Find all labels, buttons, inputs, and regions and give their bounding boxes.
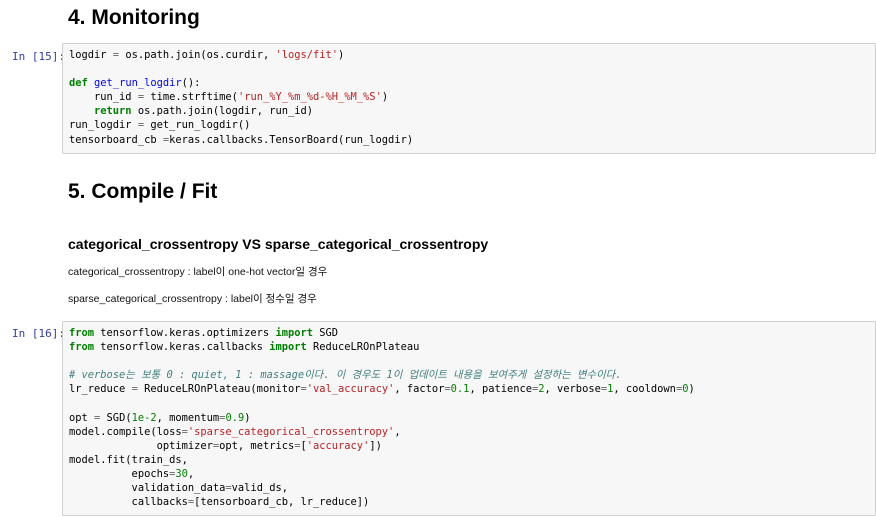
code-token: ) (688, 383, 695, 396)
code-token: , cooldown (613, 383, 676, 396)
code-token: lr_reduce (69, 383, 132, 396)
code-token: 30 (175, 467, 188, 480)
note-categorical: categorical_crossentropy : label이 one-ho… (68, 266, 328, 278)
code-token: from (69, 327, 95, 339)
code-line: validation_data=valid_ds, (69, 482, 288, 494)
code-token: optimizer (69, 439, 213, 452)
code-token: logdir (69, 49, 113, 61)
cell-prompt-16: In [16]: (12, 327, 65, 340)
code-token: tensorboard_cb (69, 133, 163, 146)
code-token: ReduceLROnPlateau (306, 341, 420, 354)
code-token: return (94, 105, 132, 118)
code-token: os.path.join(logdir, run_id) (131, 105, 313, 118)
code-token: opt, metrics (219, 439, 295, 452)
code-token: keras.callbacks.TensorBoard(run_logdir) (169, 133, 414, 146)
cell-prompt-15: In [15]: (12, 50, 65, 63)
code-line: logdir = os.path.join(os.curdir, 'logs/f… (69, 49, 344, 61)
code-token: from (69, 341, 95, 354)
code-token: tensorflow.keras.callbacks (94, 341, 270, 354)
note-sparse: sparse_categorical_crossentropy : label이… (68, 293, 317, 305)
code-line: from tensorflow.keras.callbacks import R… (69, 341, 419, 353)
heading-monitoring: 4. Monitoring (68, 6, 200, 29)
code-token: , momentum (156, 411, 220, 424)
code-token: 'logs/fit' (275, 49, 339, 61)
code-editor-15[interactable]: logdir = os.path.join(os.curdir, 'logs/f… (63, 44, 875, 151)
code-token: , patience (469, 383, 532, 396)
code-line: return os.path.join(logdir, run_id) (69, 105, 313, 117)
code-token: run_id (69, 91, 138, 104)
code-token: SGD (313, 327, 339, 339)
code-token: epochs (69, 467, 170, 480)
code-token: import (275, 327, 313, 339)
code-line: callbacks=[tensorboard_cb, lr_reduce]) (69, 496, 370, 509)
code-token: , verbose (544, 383, 601, 396)
code-token: 0.9 (225, 411, 245, 424)
code-cell-15[interactable]: logdir = os.path.join(os.curdir, 'logs/f… (62, 43, 876, 154)
code-token: ) (244, 411, 251, 424)
code-token: tensorflow.keras.optimizers (94, 327, 276, 339)
code-token: # verbose는 보통 0 : quiet, 1 : massage이다. … (69, 369, 622, 382)
code-token: 0.1 (450, 383, 470, 396)
code-token: 'val_accuracy' (306, 383, 395, 396)
heading-loss-compare: categorical_crossentropy VS sparse_categ… (68, 236, 489, 252)
code-line: optimizer=opt, metrics=['accuracy']) (69, 440, 382, 452)
code-line: from tensorflow.keras.optimizers import … (69, 327, 338, 339)
code-token: 'sparse_categorical_crossentropy' (187, 425, 395, 438)
code-token: , (394, 425, 401, 438)
heading-compile-fit: 5. Compile / Fit (68, 180, 218, 203)
code-token: 'run_%Y_%m_%d-%H_%M_%S' (237, 91, 382, 104)
code-token: valid_ds, (231, 482, 288, 495)
code-token: model.compile(loss (69, 425, 182, 438)
code-line: tensorboard_cb =keras.callbacks.TensorBo… (69, 134, 413, 146)
code-token: ReduceLROnPlateau(monitor (137, 383, 301, 396)
code-line: # verbose는 보통 0 : quiet, 1 : massage이다. … (69, 369, 621, 381)
code-token: 'accuracy' (306, 439, 370, 452)
code-cell-16[interactable]: from tensorflow.keras.optimizers import … (62, 321, 876, 516)
code-line: run_id = time.strftime('run_%Y_%m_%d-%H_… (69, 91, 388, 103)
code-token: validation_data (69, 482, 226, 495)
code-token: ) (338, 49, 345, 61)
code-token: get_run_logdir (94, 77, 182, 90)
code-token: callbacks (69, 496, 188, 509)
code-line: opt = SGD(1e-2, momentum=0.9) (69, 412, 250, 424)
code-line: run_logdir = get_run_logdir() (69, 119, 250, 131)
code-token: run_logdir (69, 119, 138, 132)
code-token: ) (381, 91, 389, 104)
code-token: def (69, 77, 88, 90)
code-line: model.compile(loss='sparse_categorical_c… (69, 426, 401, 438)
code-token: [tensorboard_cb, lr_reduce]) (194, 496, 370, 509)
code-token: (): (181, 77, 201, 90)
code-token: , factor (394, 383, 445, 396)
code-token: opt (69, 411, 95, 424)
code-token: 1e-2 (131, 411, 157, 424)
code-line: epochs=30, (69, 467, 195, 480)
code-token: get_run_logdir() (144, 119, 251, 132)
code-token: model.fit(train_ds, (69, 453, 188, 466)
code-token: import (269, 341, 307, 354)
code-token: SGD( (100, 411, 132, 424)
code-token: time.strftime( (144, 91, 238, 104)
code-line: model.fit(train_ds, (69, 454, 188, 466)
code-editor-16[interactable]: from tensorflow.keras.optimizers import … (63, 322, 875, 513)
code-token: ]) (369, 439, 382, 452)
code-token: os.path.join(os.curdir, (119, 49, 276, 61)
code-line: lr_reduce = ReduceLROnPlateau(monitor='v… (69, 383, 695, 395)
code-line: def get_run_logdir(): (69, 77, 200, 89)
code-token: , (187, 467, 195, 480)
